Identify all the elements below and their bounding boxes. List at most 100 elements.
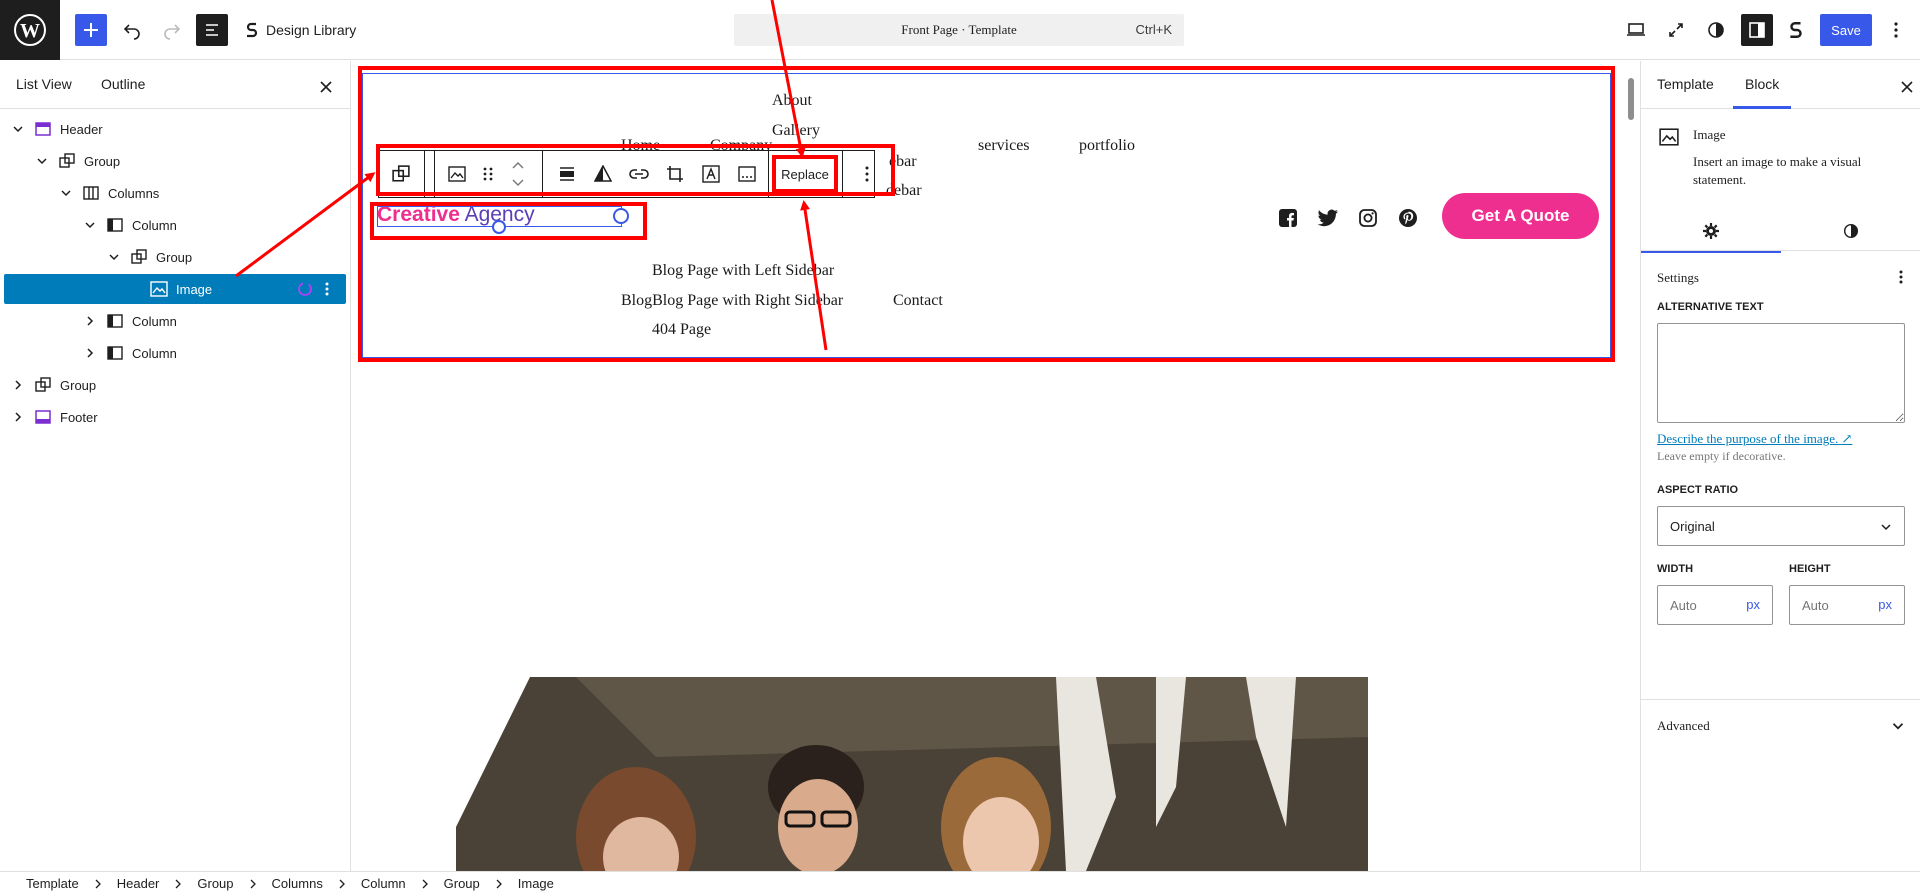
chevron-right-icon [494,879,504,889]
desktop-icon [1627,23,1645,36]
breadcrumb-item[interactable]: Group [444,876,480,891]
tree-item-image[interactable]: Image [4,274,346,304]
design-library-icon [246,22,258,38]
styles-tab-button[interactable] [1839,219,1863,243]
tree-item-label: Column [132,313,177,329]
alt-text-help-link[interactable]: Describe the purpose of the image. ↗ [1657,431,1852,447]
chevron-down-icon[interactable] [34,153,50,169]
close-icon [1901,81,1913,93]
breadcrumb-item[interactable]: Columns [272,876,323,891]
tab-template[interactable]: Template [1657,76,1714,92]
image-icon [150,280,168,298]
chevron-right-icon [93,879,103,889]
tree-item-label: Image [176,281,213,297]
chevron-down-icon [1881,524,1891,531]
tree-item-label: Column [132,217,177,233]
tab-list-view[interactable]: List View [16,76,72,92]
expand-icon [1669,23,1683,37]
tree-item-footer[interactable]: Footer [4,402,346,432]
canvas-scrollbar[interactable] [1628,78,1634,120]
settings-section-title: Settings [1657,270,1699,285]
breadcrumb-item[interactable]: Header [117,876,160,891]
design-library-label: Design Library [266,22,357,38]
tree-item-group[interactable]: Group [4,242,346,272]
options-button[interactable] [1880,14,1912,46]
add-block-button[interactable] [75,14,107,46]
active-tab-indicator [1733,106,1791,109]
undo-button[interactable] [116,14,148,46]
document-overview-button[interactable] [196,14,228,46]
tree-item-column[interactable]: Column [4,306,346,336]
width-unit-select[interactable]: px [1746,597,1760,612]
tree-item-label: Header [60,121,103,137]
plugin-button[interactable] [1780,14,1812,46]
advanced-label: Advanced [1657,718,1710,733]
top-toolbar: W Design Library Front Page · Template C… [0,0,1920,60]
command-palette-bar[interactable]: Front Page · Template Ctrl+K [734,14,1184,46]
alt-text-help: Leave empty if decorative. [1657,449,1786,463]
chevron-right-icon [173,879,183,889]
block-card-description: Insert an image to make a visual stateme… [1693,154,1862,187]
chevron-right-icon [337,879,347,889]
tree-item-column[interactable]: Column [4,210,346,240]
breadcrumb-item[interactable]: Group [197,876,233,891]
alt-text-help-link-label: Describe the purpose of the image. [1657,431,1839,446]
tree-item-label: Group [156,249,193,265]
breadcrumb-item[interactable]: Image [518,876,554,891]
tree-item-group[interactable]: Group [4,146,346,176]
close-list-view-button[interactable] [314,75,338,99]
aspect-ratio-label: ASPECT RATIO [1657,484,1739,496]
tree-item-label: Columns [108,185,160,201]
save-button[interactable]: Save [1820,14,1872,46]
width-label: WIDTH [1657,563,1694,575]
tab-outline[interactable]: Outline [101,76,145,92]
tree-item-header[interactable]: Header [4,114,346,144]
chevron-right-icon[interactable] [82,345,98,361]
breadcrumb-item[interactable]: Template [26,876,79,891]
fullscreen-button[interactable] [1660,14,1692,46]
aspect-ratio-select[interactable]: Original [1657,506,1905,546]
column-icon [106,312,124,330]
tree-item-column[interactable]: Column [4,338,346,368]
chevron-right-icon[interactable] [10,409,26,425]
settings-sidebar-toggle[interactable] [1741,14,1773,46]
gear-icon [1703,223,1719,239]
chevron-down-icon[interactable] [10,121,26,137]
more-vertical-icon [1894,22,1898,38]
block-breadcrumb-bar: Template Header Group Columns Column Gro… [0,871,1920,895]
design-library-button[interactable]: Design Library [244,18,356,42]
advanced-panel-toggle[interactable]: Advanced [1641,699,1920,749]
more-vertical-icon [1899,270,1903,284]
settings-sidebar: Template Block Image Insert an image to … [1640,61,1920,871]
list-view-icon [206,24,218,36]
settings-options-button[interactable] [1891,267,1911,287]
chevron-right-icon [420,879,430,889]
breadcrumb: Template Header Group Columns Column Gro… [26,876,554,891]
settings-tab-button[interactable] [1699,219,1723,243]
chevron-right-icon[interactable] [82,313,98,329]
view-button[interactable] [1620,14,1652,46]
tree-item-options-button[interactable] [318,280,336,298]
height-unit-select[interactable]: px [1878,597,1892,612]
height-placeholder: Auto [1802,598,1829,613]
close-settings-button[interactable] [1895,75,1919,99]
width-input[interactable]: Auto px [1657,585,1773,625]
more-vertical-icon [325,282,329,296]
tree-item-group[interactable]: Group [4,370,346,400]
styles-button[interactable] [1700,14,1732,46]
tree-item-columns[interactable]: Columns [4,178,346,208]
wordpress-logo-button[interactable]: W [0,0,60,60]
chevron-down-icon[interactable] [58,185,74,201]
redo-button[interactable] [156,14,188,46]
alt-text-field[interactable] [1657,323,1905,423]
chevron-down-icon[interactable] [82,217,98,233]
undo-icon [123,24,140,40]
chevron-right-icon[interactable] [10,377,26,393]
sync-status-icon [296,280,314,298]
tab-block[interactable]: Block [1745,76,1779,92]
height-input[interactable]: Auto px [1789,585,1905,625]
block-card-title: Image [1693,127,1726,142]
breadcrumb-item[interactable]: Column [361,876,406,891]
chevron-down-icon[interactable] [106,249,122,265]
contrast-icon [1708,22,1724,38]
